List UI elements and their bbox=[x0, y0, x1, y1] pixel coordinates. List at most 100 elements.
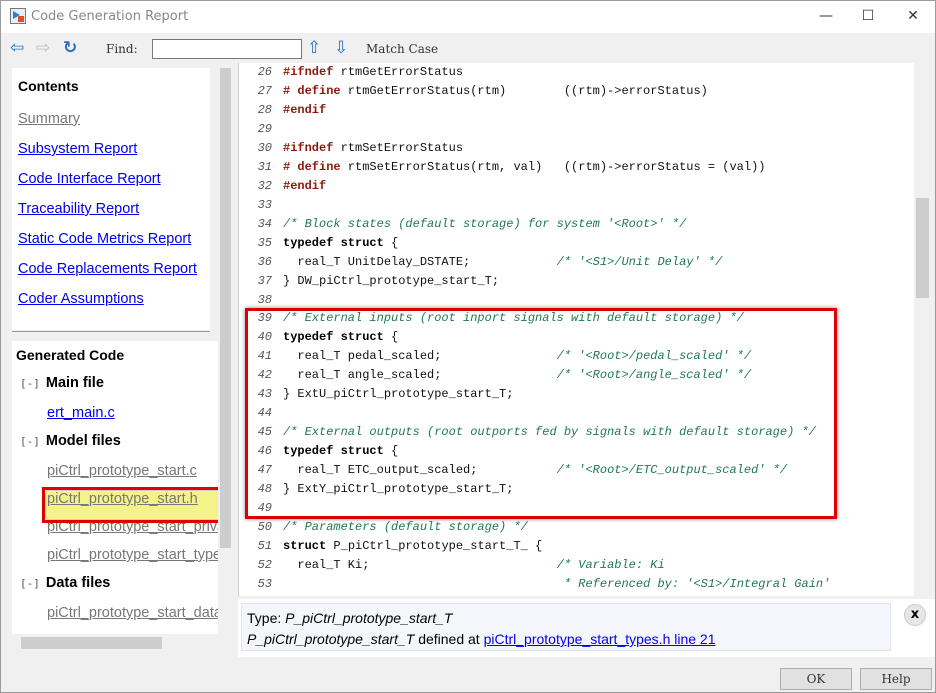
file-link[interactable]: piCtrl_prototype_start_types.h bbox=[47, 547, 218, 575]
collapse-toggle[interactable]: [-] bbox=[20, 577, 40, 590]
window-title: Code Generation Report bbox=[31, 9, 189, 24]
code-text: rtmGetErrorStatus bbox=[333, 65, 464, 79]
line-number: 38 bbox=[257, 292, 272, 307]
code-text: { bbox=[383, 235, 399, 250]
type-info-box: Type: P_piCtrl_prototype_start_T P_piCtr… bbox=[241, 603, 891, 651]
scrollbar-thumb[interactable] bbox=[916, 198, 929, 298]
line-number: 52 bbox=[257, 557, 272, 572]
find-label: Find: bbox=[106, 42, 138, 56]
code-line: 31 # define rtmSetErrorStatus(rtm, val) (… bbox=[239, 158, 766, 177]
generated-code-panel: Generated Code [-] Main file ert_main.c [… bbox=[12, 341, 218, 634]
code-line: 37} DW_piCtrl_prototype_start_T; bbox=[239, 272, 499, 291]
help-button[interactable]: Help bbox=[860, 668, 932, 690]
code-line: 35 typedef struct { bbox=[239, 234, 399, 253]
link-subsystem-report[interactable]: Subsystem Report bbox=[18, 141, 204, 171]
maximize-button[interactable]: ☐ bbox=[853, 6, 883, 26]
line-number: 29 bbox=[257, 121, 272, 136]
link-code-replacements-report[interactable]: Code Replacements Report bbox=[18, 261, 204, 291]
code-keyword: #endif bbox=[283, 102, 327, 117]
code-comment: /* Block states (default storage) for sy… bbox=[283, 216, 687, 231]
line-number: 34 bbox=[257, 216, 272, 231]
code-line: 32 #endif bbox=[239, 177, 327, 196]
line-number: 30 bbox=[257, 140, 272, 155]
file-link-selected[interactable]: piCtrl_prototype_start.h bbox=[42, 487, 218, 523]
file-link[interactable]: piCtrl_prototype_start.c bbox=[47, 463, 214, 491]
ok-button[interactable]: OK bbox=[780, 668, 852, 690]
match-case-option[interactable]: Match Case bbox=[366, 42, 438, 56]
collapse-toggle[interactable]: [-] bbox=[20, 377, 40, 390]
code-keyword: typedef struct bbox=[283, 235, 384, 250]
code-line: 26 #ifndef rtmGetErrorStatus bbox=[239, 63, 463, 82]
collapse-toggle[interactable]: [-] bbox=[20, 435, 40, 448]
line-number: 53 bbox=[257, 576, 272, 591]
line-number: 51 bbox=[257, 539, 272, 553]
code-line: 36 real_T UnitDelay_DSTATE; /* '<S1>/Uni… bbox=[239, 253, 723, 272]
line-number: 35 bbox=[257, 235, 272, 250]
line-number: 50 bbox=[257, 520, 272, 535]
line-number: 37 bbox=[257, 273, 272, 288]
code-keyword: #ifndef bbox=[283, 140, 334, 155]
generated-code-title: Generated Code bbox=[16, 347, 125, 363]
code-view: 53 * Referenced by: '<S1>/Integral Gain'… bbox=[238, 63, 931, 596]
code-line: 30 #ifndef rtmSetErrorStatus bbox=[239, 139, 463, 158]
divider bbox=[12, 331, 210, 332]
contents-title: Contents bbox=[18, 78, 79, 94]
line-number: 27 bbox=[257, 83, 272, 98]
toolbar: ⇦ ⇨ ↻ ⇧ ⇩ bbox=[1, 33, 935, 63]
code-line: 29 bbox=[239, 120, 283, 139]
group-label: Data files bbox=[45, 575, 111, 591]
link-code-interface-report[interactable]: Code Interface Report bbox=[18, 171, 204, 201]
link-traceability-report[interactable]: Traceability Report bbox=[18, 201, 204, 231]
close-button[interactable]: ✕ bbox=[898, 6, 928, 26]
type-name: P_piCtrl_prototype_start_T bbox=[285, 610, 453, 626]
group-model-files: [-] Model files bbox=[20, 433, 214, 453]
line-number: 33 bbox=[257, 197, 272, 212]
code-line: 50 /* Parameters (default storage) */ bbox=[239, 518, 528, 537]
link-static-code-metrics-report[interactable]: Static Code Metrics Report bbox=[18, 231, 204, 261]
refresh-icon[interactable]: ↻ bbox=[63, 40, 77, 57]
sidebar: Contents Summary Subsystem Report Code I… bbox=[1, 63, 233, 658]
code-text: rtmSetErrorStatus(rtm, val) ((rtm)->erro… bbox=[340, 159, 766, 174]
link-coder-assumptions[interactable]: Coder Assumptions bbox=[18, 291, 204, 321]
back-arrow-icon[interactable]: ⇦ bbox=[10, 40, 24, 57]
scrollbar-thumb[interactable] bbox=[220, 68, 231, 548]
close-info-button[interactable]: x bbox=[904, 604, 926, 626]
code-text: rtmGetErrorStatus(rtm) ((rtm)->errorStat… bbox=[340, 83, 708, 98]
file-link[interactable]: ert_main.c bbox=[47, 405, 214, 433]
definition-link[interactable]: piCtrl_prototype_start_types.h line 21 bbox=[484, 631, 716, 647]
code-vertical-scrollbar[interactable] bbox=[914, 63, 931, 596]
code-text: real_T Ki; bbox=[283, 557, 557, 572]
code-comment: /* '<S1>/Unit Delay' */ bbox=[556, 254, 723, 269]
sidebar-vertical-scrollbar[interactable] bbox=[218, 68, 232, 638]
code-line: 51 struct P_piCtrl_prototype_start_T_ { bbox=[239, 537, 543, 556]
file-link[interactable]: piCtrl_prototype_start_data.c bbox=[47, 605, 218, 633]
group-label: Model files bbox=[45, 433, 121, 449]
code-comment: /* Variable: Ki bbox=[556, 557, 665, 572]
file-link[interactable]: piCtrl_prototype_start_private.h bbox=[47, 519, 218, 547]
minimize-button[interactable]: — bbox=[811, 6, 841, 26]
group-label: Main file bbox=[45, 375, 104, 391]
find-input[interactable] bbox=[152, 39, 302, 59]
code-line: 34 /* Block states (default storage) for … bbox=[239, 215, 687, 234]
code-line: 27 # define rtmGetErrorStatus(rtm) ((rtm)… bbox=[239, 82, 708, 101]
title-bar: Code Generation Report — ☐ ✕ bbox=[1, 1, 935, 33]
find-next-icon[interactable]: ⇩ bbox=[334, 40, 348, 57]
code-text: real_T UnitDelay_DSTATE; bbox=[283, 254, 557, 269]
forward-arrow-icon[interactable]: ⇨ bbox=[36, 40, 50, 57]
code-comment: * Referenced by: '<S1>/Integral Gain' bbox=[563, 576, 831, 591]
code-keyword: # define bbox=[283, 159, 341, 174]
group-main-file: [-] Main file bbox=[20, 375, 214, 395]
code-keyword: struct bbox=[283, 539, 327, 553]
code-comment: /* Parameters (default storage) */ bbox=[283, 520, 528, 535]
scrollbar-thumb[interactable] bbox=[21, 637, 162, 649]
code-keyword: # define bbox=[283, 83, 341, 98]
line-number: 31 bbox=[257, 159, 272, 174]
sidebar-horizontal-scrollbar[interactable] bbox=[12, 635, 218, 651]
line-number: 28 bbox=[257, 102, 272, 117]
link-summary[interactable]: Summary bbox=[18, 111, 204, 141]
find-previous-icon[interactable]: ⇧ bbox=[307, 40, 321, 57]
code-keyword: #ifndef bbox=[283, 65, 334, 79]
info-panel: Type: P_piCtrl_prototype_start_T P_piCtr… bbox=[238, 599, 935, 657]
line-number: 32 bbox=[257, 178, 272, 193]
